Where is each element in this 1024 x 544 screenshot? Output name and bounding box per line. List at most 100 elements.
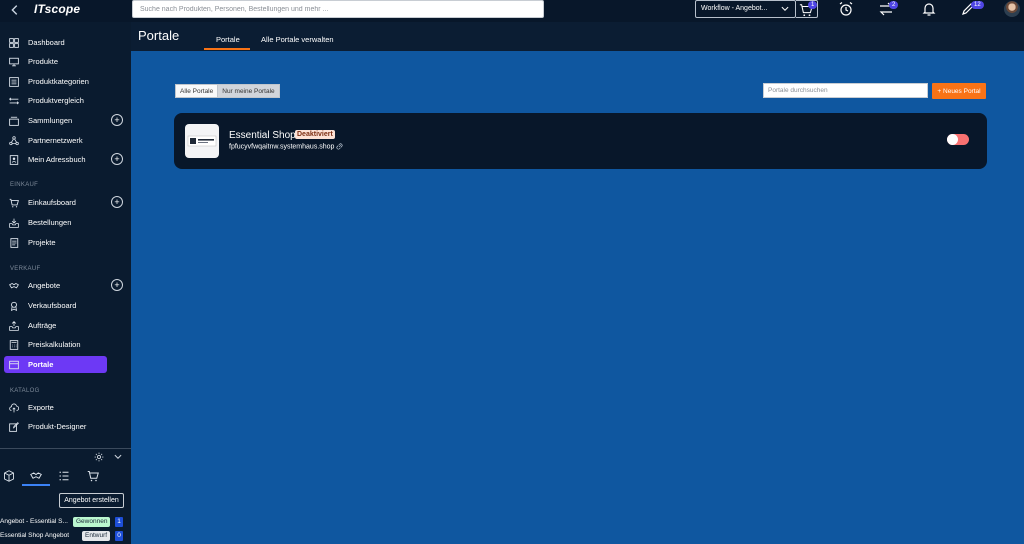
chevron-down-icon[interactable]: [113, 452, 123, 462]
box-icon[interactable]: [2, 470, 16, 482]
portal-enabled-toggle[interactable]: [947, 134, 969, 145]
sidebar-item-label: Angebote: [28, 281, 61, 290]
page-title: Portale: [138, 28, 180, 43]
portal-thumbnail: [185, 124, 219, 158]
user-avatar[interactable]: [1004, 1, 1020, 17]
global-search-input[interactable]: [132, 0, 544, 18]
sidebar-item-label: Portale: [28, 360, 54, 369]
sidebar-item-einkaufsboard[interactable]: Einkaufsboard +: [4, 194, 126, 211]
toggle-knob: [947, 134, 958, 145]
chevron-left-icon[interactable]: [8, 3, 22, 17]
addressbook-icon: [9, 154, 19, 165]
sidebar-item-produkte[interactable]: Produkte: [4, 53, 126, 70]
checklist-icon[interactable]: [57, 470, 71, 482]
workflow-cart-button[interactable]: 1: [796, 0, 818, 18]
tasks-badge: 12: [971, 1, 984, 9]
app-logo[interactable]: ITscope: [34, 2, 80, 16]
list-icon: [9, 76, 19, 87]
shop-logo-icon: [187, 135, 217, 147]
alarm-clock-icon[interactable]: [837, 1, 855, 17]
sidebar-item-auftraege[interactable]: Aufträge: [4, 317, 126, 334]
sidebar-item-label: Preiskalkulation: [28, 340, 81, 349]
sidebar-item-preiskalkulation[interactable]: Preiskalkulation: [4, 336, 126, 353]
section-label-katalog: KATALOG: [10, 388, 40, 394]
bell-icon[interactable]: [920, 1, 938, 17]
sidebar-item-adressbuch[interactable]: Mein Adressbuch +: [4, 151, 126, 168]
sidebar-item-dashboard[interactable]: Dashboard: [4, 34, 126, 51]
project-icon: [10, 237, 19, 248]
app-root: ITscope Workflow - Angebot... 1 2 12 Das…: [0, 0, 1024, 544]
portal-card[interactable]: Essential Shop Deaktiviert fpfucyvfwqait…: [174, 113, 987, 169]
sidebar-item-angebote[interactable]: Angebote +: [4, 277, 126, 294]
calculator-icon: [9, 339, 19, 350]
sidebar-item-label: Sammlungen: [28, 116, 73, 125]
sidebar-item-label: Produkt-Designer: [28, 422, 87, 431]
cart-icon: [9, 198, 19, 207]
workflow-select[interactable]: Workflow - Angebot...: [695, 0, 796, 18]
portal-filter-group: Alle Portale Nur meine Portale: [175, 84, 280, 98]
offer-name: Angebot - Essential S...: [0, 518, 68, 525]
cart-badge: 1: [808, 1, 818, 9]
portal-status-badge: Deaktiviert: [295, 130, 335, 139]
active-subtab-indicator: [22, 484, 50, 486]
chevron-down-icon: [781, 6, 789, 11]
transfer-badge: 2: [889, 1, 899, 9]
offer-list-item[interactable]: Essential Shop Angebot Entwurf 0: [0, 531, 131, 542]
new-portal-button[interactable]: + Neues Portal: [932, 83, 986, 99]
gear-icon[interactable]: [94, 452, 104, 462]
tab-portale[interactable]: Portale: [216, 35, 240, 44]
add-angebot-button[interactable]: +: [111, 279, 123, 291]
tab-alle-portale-verwalten[interactable]: Alle Portale verwalten: [261, 35, 334, 44]
offer-list-item[interactable]: Angebot - Essential S... Gewonnen 1: [0, 517, 131, 528]
sidebar-item-bestellungen[interactable]: Bestellungen: [4, 214, 126, 231]
sidebar-item-label: Dashboard: [28, 38, 65, 47]
offer-name: Essential Shop Angebot: [0, 532, 70, 539]
inbox-icon: [9, 218, 19, 228]
sidebar-item-produkt-designer[interactable]: Produkt-Designer: [4, 418, 126, 435]
sidebar-item-exporte[interactable]: Exporte: [4, 399, 126, 416]
sidebar-item-label: Produktkategorien: [28, 77, 89, 86]
offer-status-badge: Entwurf: [82, 531, 111, 541]
sidebar-item-partnernetzwerk[interactable]: Partnernetzwerk: [4, 132, 126, 149]
sidebar-item-label: Produkte: [28, 57, 59, 66]
portal-url-text: fpfucyvfwqaitnw.systemhaus.shop: [229, 143, 335, 151]
sidebar: Dashboard Produkte Produktkategorien Pro…: [0, 22, 131, 544]
sidebar-item-sammlungen[interactable]: Sammlungen +: [4, 112, 126, 129]
orders-icon: [9, 320, 19, 331]
add-address-button[interactable]: +: [111, 153, 123, 165]
sidebar-item-label: Projekte: [28, 238, 56, 247]
sidebar-item-produktkategorien[interactable]: Produktkategorien: [4, 73, 126, 90]
badge-icon: [10, 301, 18, 311]
sidebar-item-label: Aufträge: [28, 321, 57, 330]
sidebar-item-portale[interactable]: Portale: [4, 356, 107, 373]
add-einkaufsboard-button[interactable]: +: [111, 196, 123, 208]
sidebar-item-projekte[interactable]: Projekte: [4, 234, 126, 251]
cloud-upload-icon: [9, 403, 19, 412]
sidebar-item-label: Einkaufsboard: [28, 198, 76, 207]
handshake-icon[interactable]: [29, 470, 43, 482]
workflow-subtabs: [0, 470, 131, 486]
create-offer-button[interactable]: Angebot erstellen: [59, 493, 124, 508]
compare-icon: [9, 97, 19, 104]
filter-all-portals-button[interactable]: Alle Portale: [175, 84, 219, 98]
transfer-button[interactable]: 2: [878, 1, 900, 17]
section-label-einkauf: EINKAUF: [10, 182, 39, 188]
monitor-icon: [9, 57, 19, 66]
sidebar-item-label: Verkaufsboard: [28, 301, 77, 310]
tasks-button[interactable]: 12: [960, 1, 984, 17]
collection-icon: [9, 116, 19, 126]
portal-url-link[interactable]: fpfucyvfwqaitnw.systemhaus.shop: [229, 143, 343, 150]
offer-count-badge: 0: [115, 531, 123, 541]
portal-name[interactable]: Essential Shop: [229, 130, 296, 141]
cart-icon[interactable]: [86, 470, 100, 482]
main-content: Alle Portale Nur meine Portale + Neues P…: [131, 51, 1024, 544]
sidebar-item-verkaufsboard[interactable]: Verkaufsboard: [4, 297, 126, 314]
add-collection-button[interactable]: +: [111, 114, 123, 126]
sidebar-item-label: Mein Adressbuch: [28, 155, 86, 164]
filter-my-portals-button[interactable]: Nur meine Portale: [218, 84, 280, 98]
portal-search-input[interactable]: [763, 83, 928, 98]
workflow-select-label: Workflow - Angebot...: [701, 5, 768, 12]
sidebar-item-produktvergleich[interactable]: Produktvergleich: [4, 92, 126, 109]
offer-status-badge: Gewonnen: [73, 517, 111, 527]
sidebar-item-label: Partnernetzwerk: [28, 136, 83, 145]
